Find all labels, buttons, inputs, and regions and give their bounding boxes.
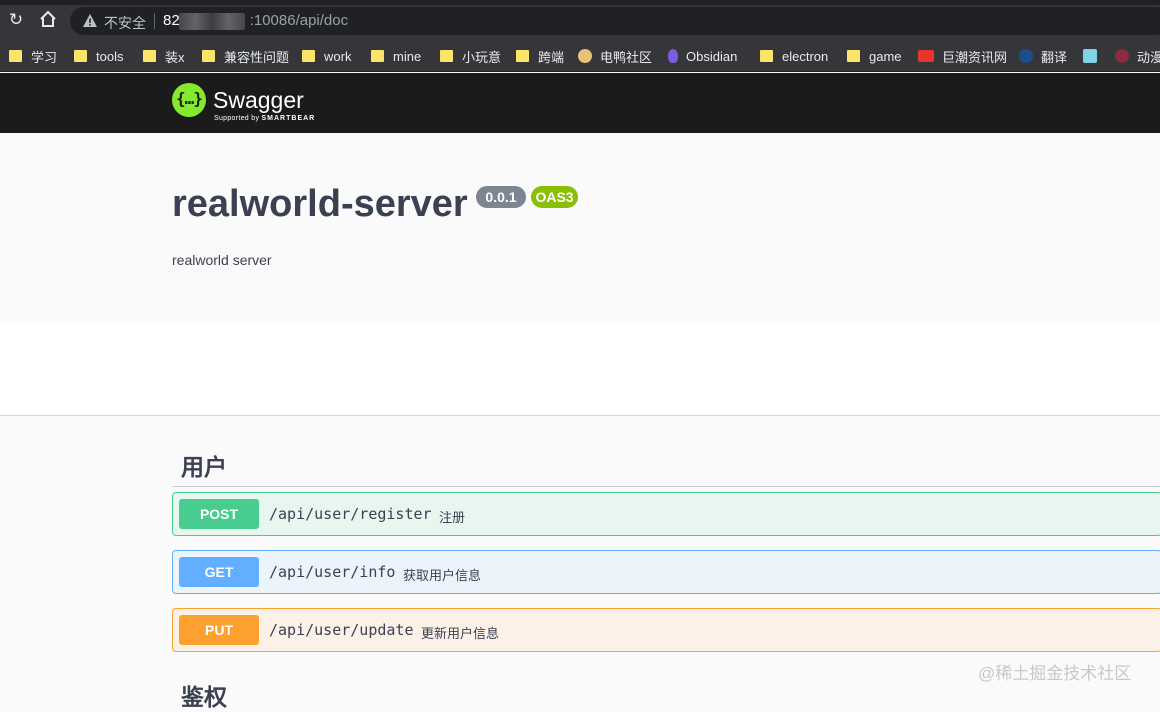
folder-icon [74,50,87,62]
bookmark-folder-mine[interactable]: mine [371,47,421,65]
bookmark-folder-gadgets[interactable]: 小玩意 [440,47,501,65]
bookmark-label: 跨端 [538,49,565,65]
address-bar[interactable]: 不安全 82 :10086/api/doc [70,7,1160,35]
operation-get-info[interactable]: GET /api/user/info 获取用户信息 [172,550,1160,594]
supported-by-text: Supported by [214,115,260,122]
bookmark-label: work [324,48,352,64]
bookmark-label: 动漫 [1137,49,1160,65]
bookmark-folder-work[interactable]: work [302,47,351,65]
anime-icon [1115,49,1129,63]
bookmark-cninfo[interactable]: 巨潮资讯网 [918,47,1007,65]
bookmark-folder-tools[interactable]: tools [74,47,123,65]
url-rest: :10086/api/doc [249,12,349,29]
bookmarks-bar: 学习 tools 装x 兼容性问题 work mine 小玩意 跨端 电鸭社区 … [0,40,1160,72]
redacted-host [179,13,245,30]
operation-summary: 注册 [439,510,466,525]
tag-title-auth[interactable]: 鉴权 [181,678,227,712]
bookmark-folder-compat[interactable]: 兼容性问题 [202,47,289,65]
operation-path: /api/user/info [269,563,396,581]
tab-strip-edge [0,0,1160,5]
swagger-logo-icon[interactable]: {…} [172,83,206,117]
folder-icon [847,50,860,62]
bookmark-label: electron [782,48,829,64]
operation-post-register[interactable]: POST /api/user/register 注册 [172,492,1160,536]
insecure-label: 不安全 [104,15,146,31]
bookmark-translate[interactable]: 翻译 [1019,47,1067,65]
folder-icon [9,50,22,62]
bookmark-label: 小玩意 [462,49,502,65]
url-host-prefix: 82 [163,12,180,29]
reload-icon[interactable]: ↻ [6,10,26,30]
folder-icon [440,50,453,62]
operation-put-update[interactable]: PUT /api/user/update 更新用户信息 [172,608,1160,652]
browser-toolbar: ↻ 不安全 82 :10086/api/doc [0,0,1160,40]
folder-icon [371,50,384,62]
scheme-container [0,321,1160,415]
bookmark-doc[interactable] [1083,47,1105,65]
bookmark-eleduck[interactable]: 电鸭社区 [578,47,652,65]
bookmark-label: 学习 [31,49,58,65]
operation-summary: 更新用户信息 [421,626,500,641]
api-description: realworld server [172,252,272,268]
operation-path: /api/user/update [269,621,414,639]
tag-title-user[interactable]: 用户 [181,448,227,482]
bookmark-folder-study[interactable]: 学习 [9,47,57,65]
bookmark-folder-zhuangx[interactable]: 装x [143,47,185,65]
method-badge: POST [179,499,259,529]
bookmark-label: 兼容性问题 [224,49,290,65]
bookmark-label: 翻译 [1041,49,1068,65]
bookmark-label: tools [96,48,124,64]
operations-section: 用户 POST /api/user/register 注册 GET /api/u… [0,416,1160,710]
bookmark-label: 装x [165,49,185,65]
smartbear-text: SMARTBEAR [261,115,316,122]
watermark: @稀土掘金技术社区 [978,664,1132,683]
duck-icon [578,49,592,63]
folder-icon [516,50,529,62]
bookmark-obsidian[interactable]: Obsidian [668,47,737,65]
obsidian-icon [668,49,678,63]
translate-icon [1019,49,1033,63]
version-badge: 0.0.1 [476,186,526,208]
swagger-logo-text[interactable]: Swagger [213,87,304,114]
tag-underline [172,486,1160,487]
swagger-logo-glyph: {…} [176,89,203,108]
warning-icon [83,14,97,27]
oas-badge: OAS3 [531,186,578,208]
bookmark-folder-game[interactable]: game [847,47,902,65]
api-info: realworld-server 0.0.1 OAS3 realworld se… [0,133,1160,321]
doc-icon [1083,49,1097,63]
bookmark-label: 电鸭社区 [600,49,653,65]
swagger-topbar: {…} Swagger Supported by SMARTBEAR [0,73,1160,133]
method-badge: PUT [179,615,259,645]
cninfo-icon [918,50,934,62]
home-icon[interactable] [38,10,58,30]
bookmark-anime[interactable]: 动漫 [1115,47,1160,65]
folder-icon [202,50,215,62]
bookmark-label: mine [393,48,422,64]
bookmark-folder-electron[interactable]: electron [760,47,828,65]
folder-icon [760,50,773,62]
bookmark-folder-crossplatform[interactable]: 跨端 [516,47,564,65]
bookmark-label: Obsidian [686,48,738,64]
api-title: realworld-server [172,183,468,225]
method-badge: GET [179,557,259,587]
folder-icon [143,50,156,62]
bookmark-label: game [869,48,902,64]
bookmark-label: 巨潮资讯网 [942,49,1008,65]
swagger-supported-by: Supported by SMARTBEAR [214,115,315,122]
address-separator [154,13,155,29]
operation-path: /api/user/register [269,505,432,523]
operation-summary: 获取用户信息 [403,568,482,583]
folder-icon [302,50,315,62]
